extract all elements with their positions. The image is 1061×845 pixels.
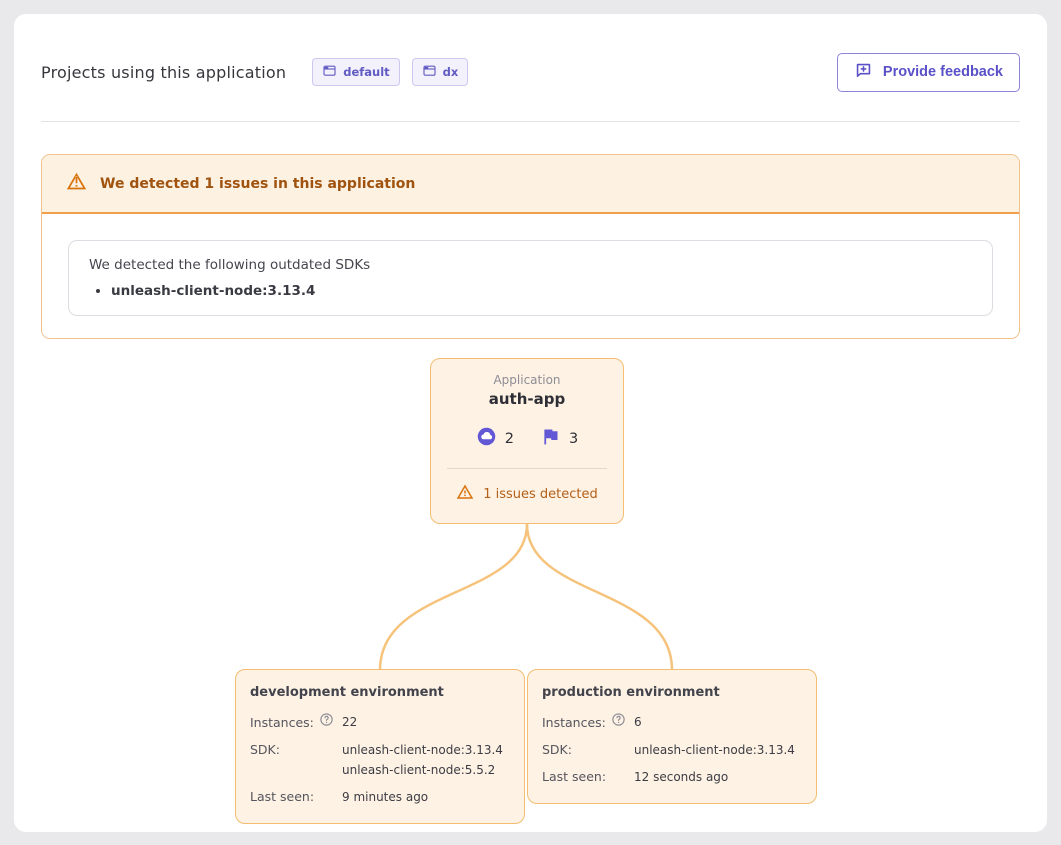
header-divider (41, 121, 1020, 122)
last-seen-value: 9 minutes ago (342, 787, 428, 807)
last-seen-label: Last seen: (542, 767, 606, 787)
environment-details: Instances: 6 SDK: unleash-client-node:3.… (542, 712, 802, 787)
environment-title: production environment (542, 685, 802, 700)
outdated-sdks-list: unleash-client-node:3.13.4 (89, 283, 972, 299)
help-icon[interactable] (319, 712, 334, 733)
environment-count-stat: 2 (476, 426, 514, 451)
outdated-sdk-item: unleash-client-node:3.13.4 (111, 283, 972, 299)
page-header: Projects using this application default … (41, 54, 1020, 90)
instances-value: 6 (634, 712, 642, 732)
issues-alert: We detected 1 issues in this application… (41, 154, 1020, 339)
application-name: auth-app (431, 390, 623, 408)
application-issues-text: 1 issues detected (483, 487, 598, 502)
last-seen-label: Last seen: (250, 787, 314, 807)
outdated-sdks-card: We detected the following outdated SDKs … (68, 240, 993, 316)
issues-alert-header: We detected 1 issues in this application (42, 155, 1019, 214)
warning-icon (66, 171, 87, 196)
sdk-label: SDK: (250, 740, 280, 760)
application-issues: 1 issues detected (431, 483, 623, 505)
provide-feedback-button[interactable]: Provide feedback (837, 53, 1020, 92)
project-icon (422, 63, 437, 81)
application-type-label: Application (431, 373, 623, 387)
application-node: Application auth-app 2 3 1 issues detect… (430, 358, 624, 524)
sdk-row: SDK: unleash-client-node:3.13.4 (542, 740, 802, 760)
application-diagram: Application auth-app 2 3 1 issues detect… (14, 358, 1047, 800)
application-card-divider (447, 468, 607, 469)
page-title: Projects using this application (41, 63, 286, 82)
flag-count-stat: 3 (540, 426, 578, 451)
sdk-label: SDK: (542, 740, 572, 760)
environment-card-development: development environment Instances: 22 SD… (235, 669, 525, 824)
project-badge-dx[interactable]: dx (412, 58, 469, 86)
outdated-sdks-heading: We detected the following outdated SDKs (89, 257, 972, 273)
help-icon[interactable] (611, 712, 626, 733)
issues-alert-body: We detected the following outdated SDKs … (42, 214, 1019, 338)
project-badge-label: dx (443, 65, 459, 79)
sdk-value: unleash-client-node:3.13.4 (342, 740, 503, 760)
last-seen-row: Last seen: 9 minutes ago (250, 787, 510, 807)
sdk-row: SDK: unleash-client-node:3.13.4 unleash-… (250, 740, 510, 780)
instances-row: Instances: 22 (250, 712, 510, 733)
application-stats: 2 3 (431, 426, 623, 451)
last-seen-row: Last seen: 12 seconds ago (542, 767, 802, 787)
project-badge-label: default (343, 65, 389, 79)
sdk-value: unleash-client-node:5.5.2 (342, 760, 503, 780)
instances-row: Instances: 6 (542, 712, 802, 733)
environment-count: 2 (505, 431, 514, 447)
project-badge-default[interactable]: default (312, 58, 399, 86)
cloud-icon (476, 426, 497, 451)
flag-count: 3 (569, 431, 578, 447)
environment-details: Instances: 22 SDK: unleash-client-node:3… (250, 712, 510, 807)
environment-card-production: production environment Instances: 6 SDK:… (527, 669, 817, 804)
main-panel: Projects using this application default … (14, 14, 1047, 832)
provide-feedback-label: Provide feedback (883, 64, 1003, 80)
instances-label: Instances: (542, 713, 606, 733)
sdk-value: unleash-client-node:3.13.4 (634, 740, 795, 760)
feedback-icon (854, 61, 873, 84)
instances-label: Instances: (250, 713, 314, 733)
environment-title: development environment (250, 685, 510, 700)
project-icon (322, 63, 337, 81)
last-seen-value: 12 seconds ago (634, 767, 728, 787)
flag-icon (540, 426, 561, 451)
instances-value: 22 (342, 712, 357, 732)
warning-triangle-icon (456, 483, 474, 505)
alert-title: We detected 1 issues in this application (100, 176, 415, 192)
project-badges: default dx (312, 58, 468, 86)
